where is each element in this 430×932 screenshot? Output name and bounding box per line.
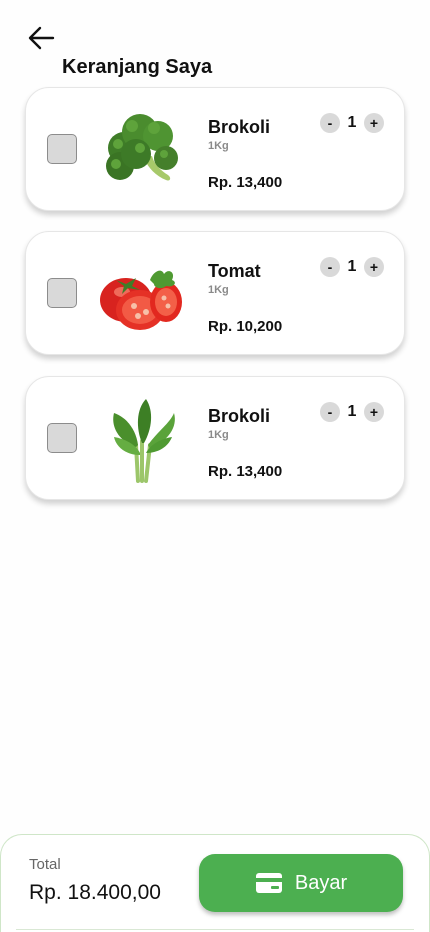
quantity-stepper: - 1 + [320, 256, 384, 278]
product-price: Rp. 10,200 [208, 318, 283, 335]
pay-button[interactable]: Bayar [199, 854, 403, 912]
product-weight: 1Kg [208, 429, 229, 441]
product-weight: 1Kg [208, 284, 229, 296]
quantity-value: 1 [347, 114, 357, 131]
bottom-divider [16, 929, 414, 930]
total-label: Total [29, 856, 61, 873]
wallet-card-icon [255, 873, 282, 893]
decrease-button[interactable]: - [320, 402, 340, 422]
item-checkbox[interactable] [47, 278, 77, 308]
product-name: Brokoli [208, 406, 271, 426]
cart-item-card: Brokoli 1Kg Rp. 13,400 - 1 + [25, 87, 405, 211]
decrease-button[interactable]: - [320, 113, 340, 133]
leafy-greens-image [113, 399, 175, 483]
tomato-image [100, 270, 182, 330]
product-name: Tomat [208, 261, 261, 281]
broccoli-image [106, 114, 178, 181]
arrow-left-icon [28, 26, 55, 50]
quantity-stepper: - 1 + [320, 401, 384, 423]
pay-button-label: Bayar [294, 871, 348, 894]
increase-button[interactable]: + [364, 113, 384, 133]
cart-item-card: Brokoli 1Kg Rp. 13,400 - 1 + [25, 376, 405, 500]
checkout-footer: Total Rp. 18.400,00 Bayar [0, 834, 430, 932]
page-title: Keranjang Saya [62, 56, 213, 78]
item-checkbox[interactable] [47, 423, 77, 453]
product-weight: 1Kg [208, 140, 229, 152]
product-price: Rp. 13,400 [208, 463, 283, 480]
product-name: Brokoli [208, 117, 271, 137]
quantity-value: 1 [347, 403, 357, 420]
quantity-value: 1 [347, 258, 357, 275]
product-price: Rp. 13,400 [208, 174, 283, 191]
quantity-stepper: - 1 + [320, 112, 384, 134]
item-checkbox[interactable] [47, 134, 77, 164]
decrease-button[interactable]: - [320, 257, 340, 277]
cart-item-card: Tomat 1Kg Rp. 10,200 - 1 + [25, 231, 405, 355]
total-value: Rp. 18.400,00 [29, 881, 161, 904]
increase-button[interactable]: + [364, 402, 384, 422]
back-button[interactable] [26, 24, 56, 52]
increase-button[interactable]: + [364, 257, 384, 277]
